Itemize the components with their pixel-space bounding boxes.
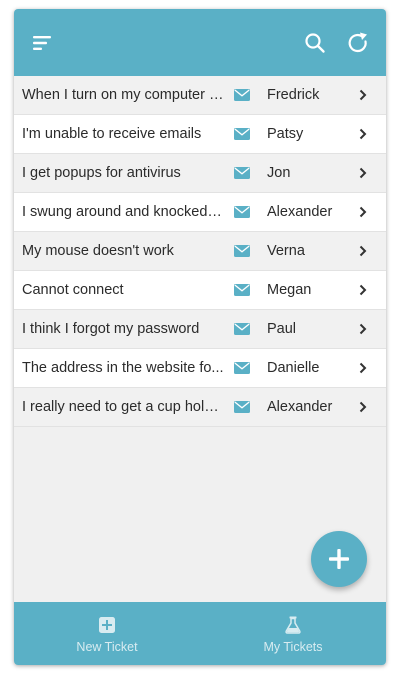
top-app-bar [14, 9, 386, 76]
plus-square-icon [99, 617, 115, 633]
ticket-subject: I really need to get a cup holder [22, 399, 224, 415]
tab-my-tickets[interactable]: My Tickets [200, 602, 386, 665]
ticket-row[interactable]: I think I forgot my password Paul [14, 310, 386, 349]
ticket-subject: I swung around and knocked o... [22, 204, 224, 220]
add-ticket-fab[interactable] [311, 531, 367, 587]
ticket-subject: My mouse doesn't work [22, 243, 174, 259]
ticket-subject: I get popups for antivirus [22, 165, 181, 181]
ticket-subject: I think I forgot my password [22, 321, 200, 337]
tab-new-ticket-label: New Ticket [76, 640, 138, 654]
mail-icon [234, 245, 250, 257]
tab-my-tickets-label: My Tickets [263, 640, 323, 654]
menu-button[interactable] [27, 28, 57, 58]
tab-new-ticket[interactable]: New Ticket [14, 602, 200, 665]
chevron-right-icon [359, 245, 367, 257]
plus-icon [329, 549, 349, 569]
chevron-right-icon [359, 362, 367, 374]
mail-icon [234, 323, 250, 335]
ticket-row[interactable]: I swung around and knocked o... Alexander [14, 193, 386, 232]
app-screen: When I turn on my computer t... Fredrick I… [14, 9, 386, 665]
ticket-assignee: Paul [267, 321, 297, 337]
chevron-right-icon [359, 284, 367, 296]
mail-icon [234, 89, 250, 101]
chevron-right-icon [359, 401, 367, 413]
ticket-subject: Cannot connect [22, 282, 124, 298]
ticket-assignee: Fredrick [267, 87, 320, 103]
ticket-row[interactable]: I get popups for antivirus Jon [14, 154, 386, 193]
mail-icon [234, 167, 250, 179]
ticket-subject: I'm unable to receive emails [22, 126, 202, 142]
refresh-button[interactable] [343, 28, 373, 58]
search-button[interactable] [300, 28, 330, 58]
ticket-list: When I turn on my computer t... Fredrick I… [14, 76, 386, 427]
mail-icon [234, 362, 250, 374]
ticket-row[interactable]: I'm unable to receive emails Patsy [14, 115, 386, 154]
ticket-row[interactable]: When I turn on my computer t... Fredrick [14, 76, 386, 115]
ticket-row[interactable]: My mouse doesn't work Verna [14, 232, 386, 271]
ticket-assignee: Verna [267, 243, 305, 259]
ticket-assignee: Jon [267, 165, 291, 181]
ticket-row[interactable]: Cannot connect Megan [14, 271, 386, 310]
chevron-right-icon [359, 323, 367, 335]
menu-icon [33, 36, 51, 50]
ticket-assignee: Patsy [267, 126, 304, 142]
ticket-assignee: Alexander [267, 399, 333, 415]
chevron-right-icon [359, 128, 367, 140]
refresh-icon [348, 32, 367, 53]
bottom-nav: New Ticket My Tickets [14, 602, 386, 665]
ticket-assignee: Danielle [267, 360, 320, 376]
mail-icon [234, 401, 250, 413]
ticket-row[interactable]: The address in the website fo... Danielle [14, 349, 386, 388]
ticket-subject: When I turn on my computer t... [22, 87, 224, 103]
chevron-right-icon [359, 206, 367, 218]
mail-icon [234, 206, 250, 218]
chevron-right-icon [359, 167, 367, 179]
mail-icon [234, 128, 250, 140]
chevron-right-icon [359, 89, 367, 101]
search-icon [305, 33, 325, 53]
flask-icon [285, 616, 301, 634]
ticket-subject: The address in the website fo... [22, 360, 224, 376]
ticket-assignee: Alexander [267, 204, 333, 220]
mail-icon [234, 284, 250, 296]
ticket-assignee: Megan [267, 282, 312, 298]
ticket-row[interactable]: I really need to get a cup holder Alexand… [14, 388, 386, 427]
